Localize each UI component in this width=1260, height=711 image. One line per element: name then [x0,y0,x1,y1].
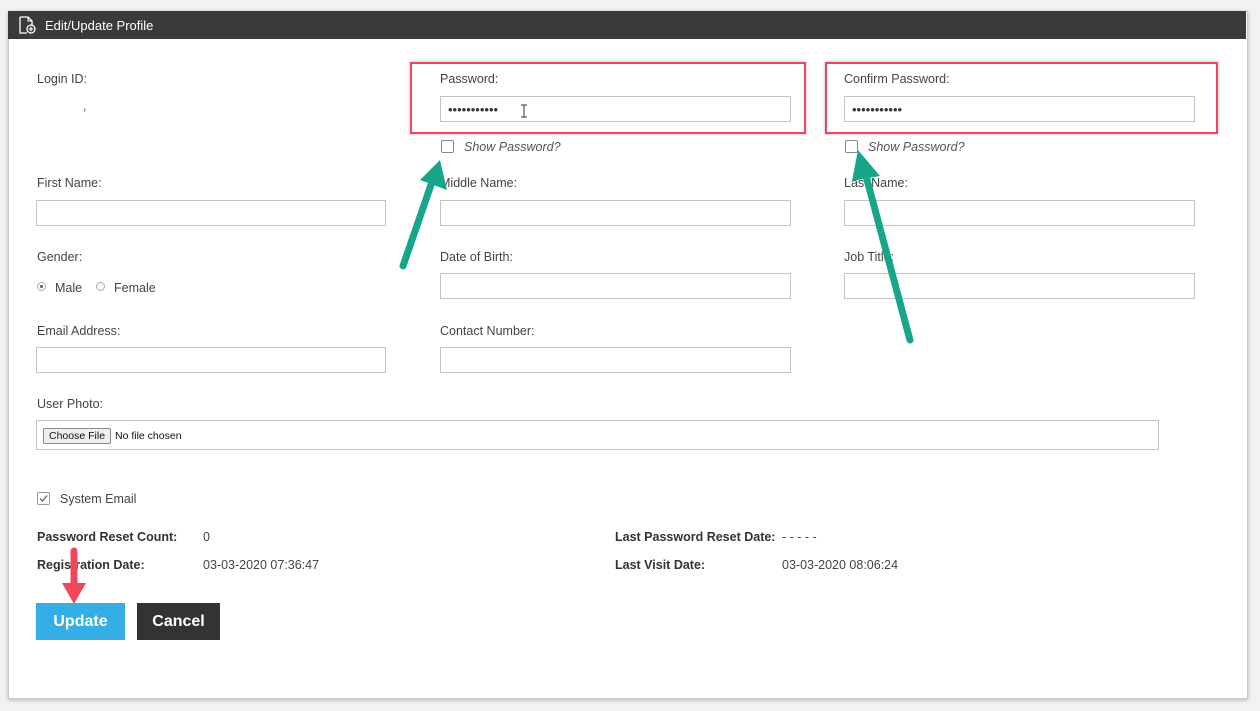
update-button[interactable]: Update [36,603,125,640]
dob-label: Date of Birth: [440,250,513,264]
registration-value: 03-03-2020 07:36:47 [203,558,320,572]
gender-female-label: Female [114,281,156,295]
cancel-button[interactable]: Cancel [137,603,220,640]
last-reset-label: Last Password Reset Date: [615,530,776,544]
system-email-checkbox[interactable] [37,492,50,505]
gender-male-label: Male [55,281,83,295]
contact-label: Contact Number: [440,324,535,338]
registration-label: Registration Date: [37,558,145,572]
first-name-input[interactable] [36,200,386,226]
dob-input[interactable] [440,273,791,299]
show-confirm-password-checkbox[interactable] [845,140,858,153]
email-input[interactable] [36,347,386,373]
gender-female-radio[interactable] [96,282,105,291]
first-name-label: First Name: [37,176,102,190]
choose-file-button[interactable]: Choose File [43,428,112,444]
last-name-label: Last Name: [844,176,908,190]
show-confirm-password-label: Show Password? [868,140,965,154]
password-highlight-box [410,62,806,134]
last-visit-value: 03-03-2020 08:06:24 [782,558,899,572]
gender-label: Gender: [37,250,83,264]
confirm-password-highlight-box [825,62,1218,134]
checkmark-icon [39,495,48,502]
user-photo-label: User Photo: [37,397,104,411]
login-id-value: , [83,99,87,113]
middle-name-label: Middle Name: [440,176,518,190]
last-reset-value: - - - - - [782,530,817,544]
window-title: Edit/Update Profile [45,18,154,33]
system-email-label: System Email [60,492,137,506]
job-title-label: Job Title: [844,250,895,264]
login-id-label: Login ID: [37,72,88,86]
contact-input[interactable] [440,347,791,373]
show-password-checkbox[interactable] [441,140,454,153]
job-title-input[interactable] [844,273,1195,299]
reset-count-label: Password Reset Count: [37,530,178,544]
title-bar: Edit/Update Profile [8,11,1246,39]
last-visit-label: Last Visit Date: [615,558,706,572]
reset-count-value: 0 [203,530,210,544]
email-label: Email Address: [37,324,121,338]
document-add-icon [18,16,36,37]
show-password-label: Show Password? [464,140,561,154]
last-name-input[interactable] [844,200,1195,226]
middle-name-input[interactable] [440,200,791,226]
no-file-chosen-text: No file chosen [115,430,182,442]
user-photo-file-input[interactable]: Choose File No file chosen [36,420,1159,450]
gender-male-radio[interactable] [37,282,46,291]
